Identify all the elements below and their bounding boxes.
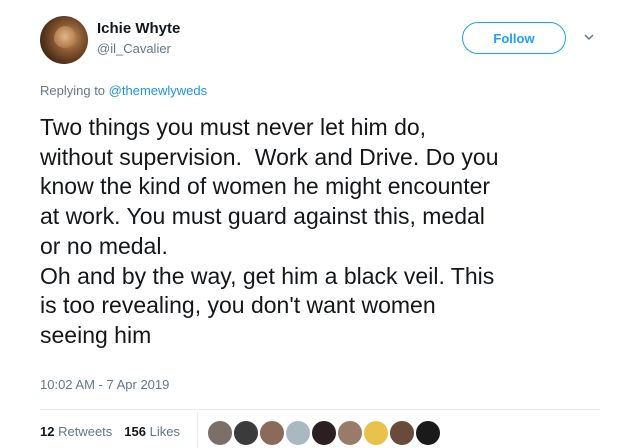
likes-label: Likes [149,424,180,439]
follow-button[interactable]: Follow [462,22,566,54]
display-name[interactable]: Ichie Whyte [97,20,180,37]
liker-avatar[interactable] [232,419,260,447]
tweet-stats: 12 Retweets 156 Likes [40,424,180,439]
liker-avatar[interactable] [310,419,338,447]
liker-avatar[interactable] [336,419,364,447]
liker-avatar[interactable] [284,419,312,447]
user-handle[interactable]: @il_Cavalier [97,41,171,56]
liker-avatar[interactable] [258,419,286,447]
replying-to: Replying to @themewlyweds [40,83,207,98]
user-avatar[interactable] [40,16,88,64]
tweet-text: Two things you must never let him do, wi… [40,114,499,348]
stats-separator [197,412,198,448]
liker-avatars [206,419,442,447]
liker-avatar[interactable] [414,419,442,447]
reply-mention-link[interactable]: @themewlyweds [109,83,207,98]
liker-avatar[interactable] [206,419,234,447]
retweets-stat[interactable]: 12 Retweets [40,424,112,439]
liker-avatar[interactable] [388,419,416,447]
likes-count: 156 [124,424,146,439]
stats-divider [40,409,600,410]
replying-to-label: Replying to [40,83,106,98]
retweets-label: Retweets [58,424,113,439]
likes-stat[interactable]: 156 Likes [124,424,180,439]
retweets-count: 12 [40,424,55,439]
chevron-down-icon[interactable] [582,30,596,44]
liker-avatar[interactable] [362,419,390,447]
tweet-timestamp[interactable]: 10:02 AM - 7 Apr 2019 [40,377,169,392]
